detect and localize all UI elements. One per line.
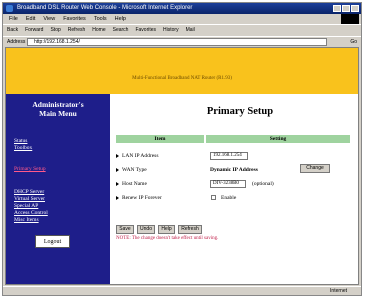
address-bar: Address http://192.168.1.254/ Go bbox=[3, 36, 361, 46]
row-lan-ip: LAN IP Address bbox=[116, 152, 158, 160]
minimize-button[interactable] bbox=[333, 5, 341, 12]
maximize-button[interactable] bbox=[342, 5, 350, 12]
stop-button[interactable]: Stop bbox=[50, 25, 60, 35]
mail-button[interactable]: Mail bbox=[186, 25, 195, 35]
page-header: Multi-Functional Broadband NAT Router (R… bbox=[6, 48, 358, 94]
sidebar-item-special-ap[interactable]: Special AP bbox=[14, 203, 38, 209]
enable-label: Enable bbox=[221, 195, 237, 201]
arrow-icon bbox=[116, 153, 119, 158]
menu-help[interactable]: Help bbox=[115, 14, 126, 24]
forward-button[interactable]: Forward bbox=[25, 25, 43, 35]
sidebar-item-access-control[interactable]: Access Control bbox=[14, 210, 48, 216]
wan-type-value: Dynamic IP Address bbox=[210, 167, 258, 173]
windows-logo-icon bbox=[341, 14, 359, 24]
sidebar-title: Administrator's Main Menu bbox=[6, 100, 110, 118]
page-title: Primary Setup bbox=[206, 106, 274, 117]
router-model-text: Multi-Functional Broadband NAT Router (R… bbox=[132, 76, 232, 81]
sidebar-item-dhcp-server[interactable]: DHCP Server bbox=[14, 189, 44, 195]
refresh-page-button[interactable]: Refresh bbox=[178, 225, 202, 234]
row-label: WAN Type bbox=[122, 167, 147, 173]
change-button[interactable]: Change bbox=[300, 164, 330, 173]
row-renew-ip: Renew IP Forever bbox=[116, 194, 162, 202]
enable-checkbox[interactable] bbox=[211, 195, 216, 200]
menu-edit[interactable]: Edit bbox=[26, 14, 35, 24]
menu-favorites[interactable]: Favorites bbox=[63, 14, 86, 24]
row-host-name: Host Name bbox=[116, 180, 147, 188]
ie-icon bbox=[6, 5, 13, 12]
history-button[interactable]: History bbox=[163, 25, 179, 35]
row-wan-type: WAN Type bbox=[116, 166, 147, 174]
status-bar: Internet bbox=[3, 286, 361, 296]
menu-view[interactable]: View bbox=[43, 14, 55, 24]
sidebar-item-misc-items[interactable]: Misc Items bbox=[14, 217, 39, 223]
window-title: Broadband DSL Router Web Console - Micro… bbox=[17, 5, 193, 11]
undo-button[interactable]: Undo bbox=[137, 225, 155, 234]
logout-button[interactable]: Logout bbox=[35, 235, 70, 248]
refresh-button[interactable]: Refresh bbox=[68, 25, 86, 35]
lan-ip-value: 192.168.1.254 bbox=[210, 152, 248, 160]
main-panel: Primary Setup Item Setting LAN IP Addres… bbox=[110, 94, 358, 284]
home-button[interactable]: Home bbox=[92, 25, 105, 35]
sidebar-item-status[interactable]: Status bbox=[14, 138, 27, 144]
address-label: Address bbox=[7, 39, 26, 45]
browser-window: Broadband DSL Router Web Console - Micro… bbox=[2, 2, 362, 296]
save-note: NOTE: The change doesn't take effect unt… bbox=[116, 236, 219, 241]
status-zone: Internet bbox=[330, 288, 347, 294]
back-button[interactable]: Back bbox=[7, 25, 18, 35]
menu-tools[interactable]: Tools bbox=[94, 14, 107, 24]
row-label: Renew IP Forever bbox=[122, 195, 162, 201]
favorites-button[interactable]: Favorites bbox=[135, 25, 156, 35]
go-button[interactable]: Go bbox=[350, 37, 357, 47]
search-button[interactable]: Search bbox=[113, 25, 129, 35]
sidebar-item-primary-setup[interactable]: Primary Setup bbox=[14, 166, 46, 172]
optional-hint: (optional) bbox=[252, 181, 274, 187]
arrow-icon bbox=[116, 195, 119, 200]
row-label: LAN IP Address bbox=[122, 153, 159, 159]
row-label: Host Name bbox=[122, 181, 147, 187]
sidebar-item-toolbox[interactable]: Toolbox bbox=[14, 145, 32, 151]
help-button[interactable]: Help bbox=[158, 225, 175, 234]
arrow-icon bbox=[116, 181, 119, 186]
sidebar-title-line2: Main Menu bbox=[39, 109, 77, 118]
page-content: Multi-Functional Broadband NAT Router (R… bbox=[5, 47, 359, 285]
sidebar-title-line1: Administrator's bbox=[32, 100, 84, 109]
sidebar-item-virtual-server[interactable]: Virtual Server bbox=[14, 196, 45, 202]
menu-bar: File Edit View Favorites Tools Help bbox=[3, 14, 361, 24]
address-input[interactable]: http://192.168.1.254/ bbox=[27, 38, 327, 46]
save-button[interactable]: Save bbox=[116, 225, 134, 234]
title-bar: Broadband DSL Router Web Console - Micro… bbox=[3, 3, 361, 14]
arrow-icon bbox=[116, 167, 119, 172]
sidebar: Administrator's Main Menu Status Toolbox… bbox=[6, 94, 110, 284]
toolbar: Back Forward Stop Refresh Home Search Fa… bbox=[3, 24, 361, 35]
close-button[interactable] bbox=[351, 5, 359, 12]
column-header-item: Item bbox=[116, 135, 204, 143]
menu-file[interactable]: File bbox=[9, 14, 18, 24]
column-header-setting: Setting bbox=[206, 135, 350, 143]
host-name-input[interactable]: DIV-3238B0 bbox=[210, 180, 246, 188]
